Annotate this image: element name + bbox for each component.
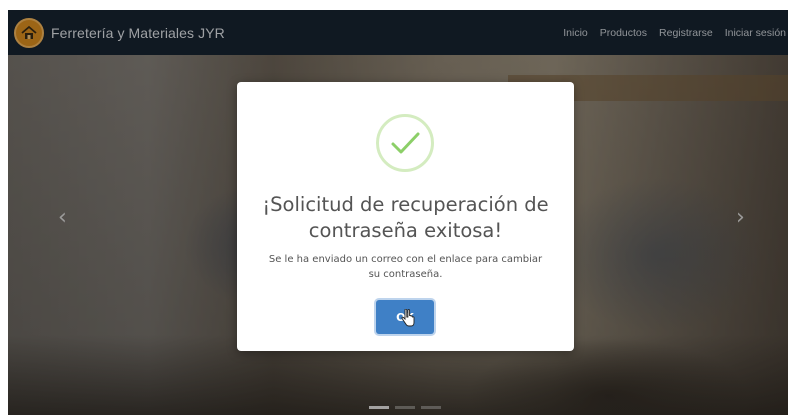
success-check-icon: [376, 114, 434, 172]
browser-viewport: Ferretería y Materiales JYR Inicio Produ…: [8, 10, 788, 415]
hand-cursor-icon: [401, 309, 415, 327]
success-dialog: ¡Solicitud de recuperación de contraseña…: [237, 82, 574, 351]
dialog-message: Se le ha enviado un correo con el enlace…: [268, 254, 543, 280]
dialog-title: ¡Solicitud de recuperación de contraseña…: [262, 193, 549, 242]
